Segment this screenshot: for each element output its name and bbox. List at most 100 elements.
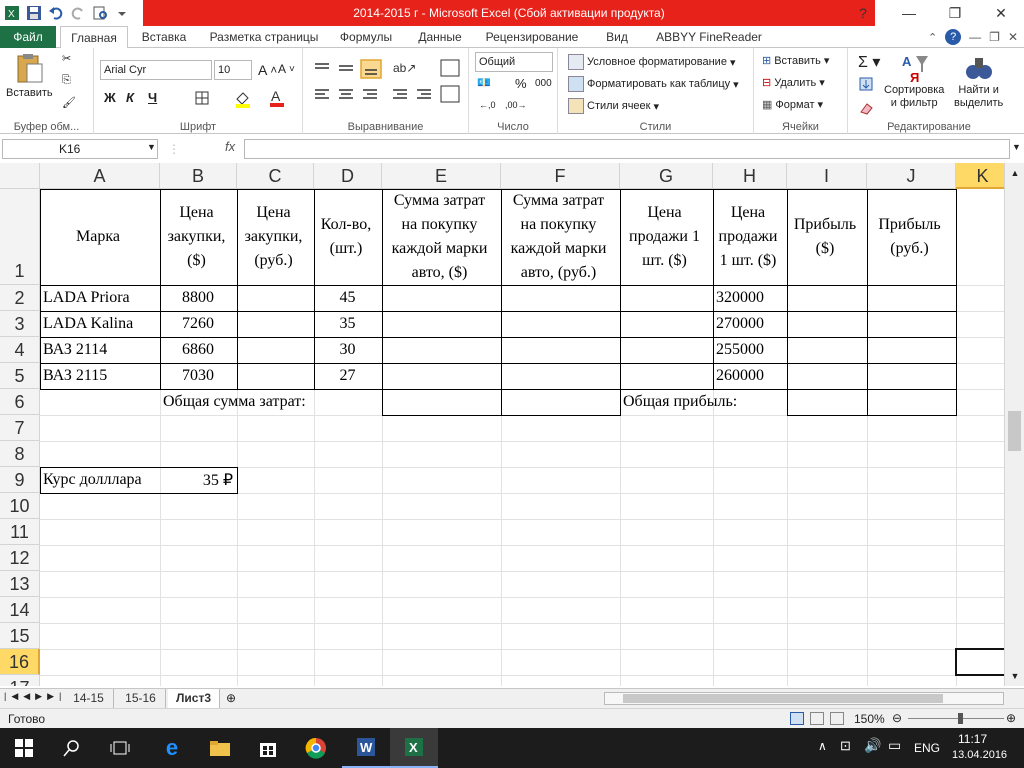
name-box-dropdown-icon[interactable]: ▼ [147,142,156,152]
save-icon[interactable] [26,5,42,21]
undo-icon[interactable] [48,5,64,21]
tab-file[interactable]: Файл [0,26,56,48]
volume-icon[interactable]: 🔊 [864,737,881,754]
header-cell-i[interactable]: Прибыль ($) [787,189,867,285]
horizontal-scroll-thumb[interactable] [623,694,943,703]
column-header-c[interactable]: C [237,163,314,189]
print-preview-icon[interactable] [92,5,108,21]
zoom-slider-thumb[interactable] [958,713,963,724]
close-button[interactable]: ✕ [978,0,1024,26]
header-cell-a[interactable]: Марка [40,189,160,285]
column-header-i[interactable]: I [787,163,867,189]
excel-taskbar-icon[interactable]: X [390,728,438,768]
horizontal-scrollbar[interactable] [604,692,1004,705]
brand-cell[interactable]: LADA Kalina [40,311,160,337]
workbook-restore-icon[interactable]: ❐ [989,30,1000,44]
conditional-formatting-button[interactable]: Условное форматирование ▾ [568,54,735,70]
fill-color-icon[interactable] [234,90,252,108]
find-select-button[interactable]: Найти и выделить [954,52,1003,110]
row-header-14[interactable]: 14 [0,597,40,623]
sale-price-cell[interactable]: 270000 [713,311,787,337]
row-header-13[interactable]: 13 [0,571,40,597]
italic-button[interactable]: К [126,90,134,105]
clock-date[interactable]: 13.04.2016 [952,749,1007,761]
price-usd-cell[interactable]: 7030 [160,363,237,389]
row-header-7[interactable]: 7 [0,415,40,441]
rate-value[interactable]: 35 ₽ [160,467,237,493]
notification-icon[interactable]: ▭ [888,737,901,754]
column-header-g[interactable]: G [620,163,713,189]
qty-cell[interactable]: 45 [314,285,382,311]
help-icon[interactable]: ? [945,29,962,45]
sheet-nav-icons[interactable]: |◀◀▶▶| [4,691,66,702]
column-header-d[interactable]: D [314,163,382,189]
insert-function-button[interactable]: fx [225,139,235,154]
excel-logo-icon[interactable]: X [4,5,20,21]
header-cell-g[interactable]: Цена продажи 1 шт. ($) [620,189,713,285]
collapse-ribbon-icon[interactable]: ⌃ [928,31,937,44]
insert-cells-button[interactable]: ⊞ Вставить ▾ [762,54,829,68]
sale-price-cell[interactable]: 260000 [713,363,787,389]
column-header-h[interactable]: H [713,163,787,189]
column-header-e[interactable]: E [382,163,501,189]
zoom-out-icon[interactable]: ⊖ [892,711,902,725]
autosum-icon[interactable]: Σ ▾ [858,52,880,72]
tab-review[interactable]: Рецензирование [480,26,584,48]
edge-icon[interactable]: e [148,728,196,768]
rate-label[interactable]: Курс долллара [40,467,160,493]
header-cell-c[interactable]: Цена закупки, (руб.) [237,189,314,285]
copy-icon[interactable]: ⎘ [62,74,71,87]
cut-icon[interactable]: ✂ [62,52,71,65]
page-layout-view-icon[interactable] [810,712,824,725]
row-header-1[interactable]: 1 [0,189,40,285]
thousands-button[interactable]: 000 [535,78,552,89]
sale-price-cell[interactable]: 255000 [713,337,787,363]
sheet-tab-list3[interactable]: Лист3 [168,689,220,708]
row-header-9[interactable]: 9 [0,467,40,493]
row-header-16[interactable]: 16 [0,649,40,675]
brand-cell[interactable]: ВАЗ 2115 [40,363,160,389]
total-profit-label[interactable]: Общая прибыль: [620,389,790,415]
header-cell-f[interactable]: Сумма затрат на покупку каждой марки авто, … [501,189,620,285]
brand-cell[interactable]: ВАЗ 2114 [40,337,160,363]
tab-formulas[interactable]: Формулы [333,26,399,48]
row-header-8[interactable]: 8 [0,441,40,467]
selected-cell-k16[interactable] [955,648,1010,676]
qty-cell[interactable]: 30 [314,337,382,363]
header-cell-j[interactable]: Прибыль (руб.) [867,189,956,285]
clock-time[interactable]: 11:17 [958,732,987,746]
cell-styles-button[interactable]: Стили ячеек ▾ [568,98,659,114]
store-icon[interactable] [244,728,292,768]
start-button[interactable] [0,728,48,768]
price-usd-cell[interactable]: 8800 [160,285,237,311]
sheet-tab-14-15[interactable]: 14-15 [64,689,114,708]
task-view-icon[interactable] [96,728,144,768]
row-header-6[interactable]: 6 [0,389,40,415]
total-cost-label[interactable]: Общая сумма затрат: [160,389,380,415]
increase-font-icon[interactable]: A ˄ [258,62,277,78]
maximize-button[interactable]: ❐ [932,0,978,26]
header-cell-d[interactable]: Кол-во, (шт.) [314,189,382,285]
borders-icon[interactable] [194,90,210,106]
zoom-in-icon[interactable]: ⊕ [1006,711,1016,725]
header-cell-e[interactable]: Сумма затрат на покупку каждой марки авто, … [382,189,501,285]
alignment-icons[interactable]: ab↗ [313,58,463,106]
price-usd-cell[interactable]: 7260 [160,311,237,337]
increase-decimal-icon[interactable]: ←,0 [479,100,496,110]
sale-price-cell[interactable]: 320000 [713,285,787,311]
clear-icon[interactable] [858,100,874,116]
row-header-11[interactable]: 11 [0,519,40,545]
workbook-close-icon[interactable]: ✕ [1008,30,1018,44]
qty-cell[interactable]: 27 [314,363,382,389]
workbook-minimize-icon[interactable]: — [969,30,981,44]
column-header-a[interactable]: A [40,163,160,189]
header-cell-h[interactable]: Цена продажи 1 шт. ($) [713,189,787,285]
row-header-2[interactable]: 2 [0,285,40,311]
delete-cells-button[interactable]: ⊟ Удалить ▾ [762,76,825,90]
number-format-select[interactable]: Общий [475,52,553,72]
paste-button[interactable]: Вставить [6,52,53,99]
format-cells-button[interactable]: ▦ Формат ▾ [762,98,823,112]
sheet-tab-15-16[interactable]: 15-16 [116,689,166,708]
file-explorer-icon[interactable] [196,728,244,768]
sort-filter-button[interactable]: AЯ Сортировка и фильтр [884,52,944,110]
